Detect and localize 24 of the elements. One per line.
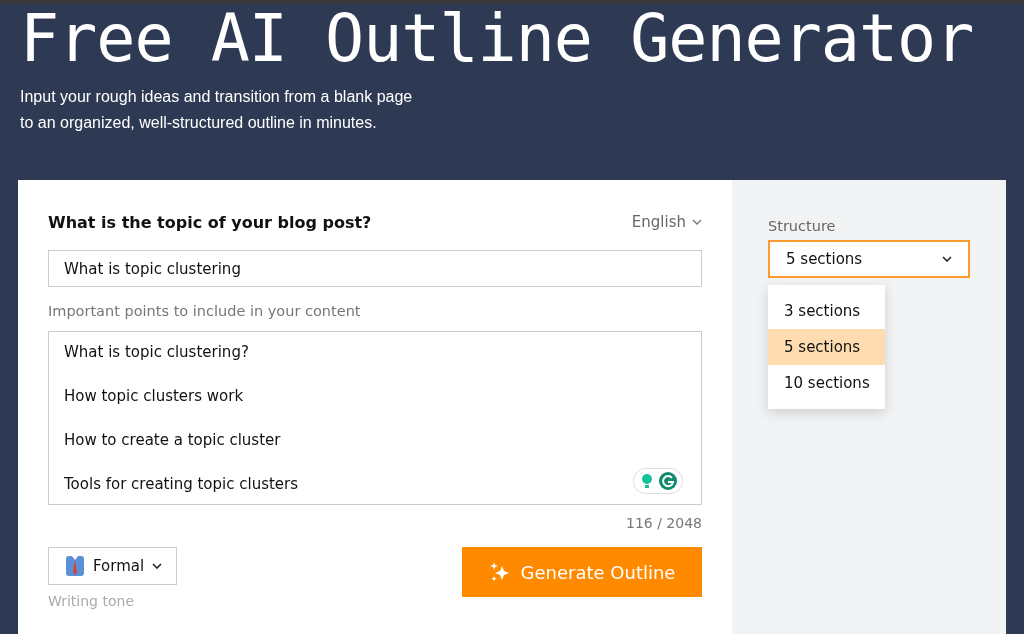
chevron-down-icon	[152, 563, 163, 569]
point-line: How topic clusters work	[64, 386, 244, 407]
topic-label: What is the topic of your blog post?	[48, 212, 372, 232]
structure-label: Structure	[768, 218, 837, 234]
tone-dropdown[interactable]: Formal	[48, 547, 178, 585]
topic-input-field[interactable]: What is topic clustering	[48, 250, 702, 287]
chevron-down-icon	[692, 219, 702, 225]
character-counter: 116 / 2048	[625, 515, 702, 531]
tone-label: Writing tone	[48, 593, 135, 609]
language-dropdown[interactable]: English	[631, 213, 702, 231]
structure-option[interactable]: 5 sections	[768, 329, 885, 365]
grammar-assistant-icon[interactable]	[633, 468, 683, 494]
point-line: Tools for creating topic clusters	[64, 474, 299, 495]
structure-dropdown[interactable]: 5 sections	[768, 240, 970, 278]
points-text-area[interactable]: What is topic clustering? How topic clusters work How to create a topic cluster Tools for creating topic clusters	[48, 331, 702, 505]
suit-tie-icon	[65, 555, 85, 577]
points-label: Important points to include in your content	[48, 303, 362, 321]
chevron-down-icon	[942, 256, 952, 262]
page-subtitle: Input your rough ideas and transition from a blank page to an organized, well-structured outline in minutes.	[20, 87, 414, 133]
structure-option[interactable]: 10 sections	[768, 365, 885, 401]
page-title: Free AI Outline Generator	[20, 4, 975, 76]
point-line: What is topic clustering?	[64, 342, 249, 363]
point-line: How to create a topic cluster	[64, 430, 281, 451]
structure-option[interactable]: 3 sections	[768, 293, 885, 329]
